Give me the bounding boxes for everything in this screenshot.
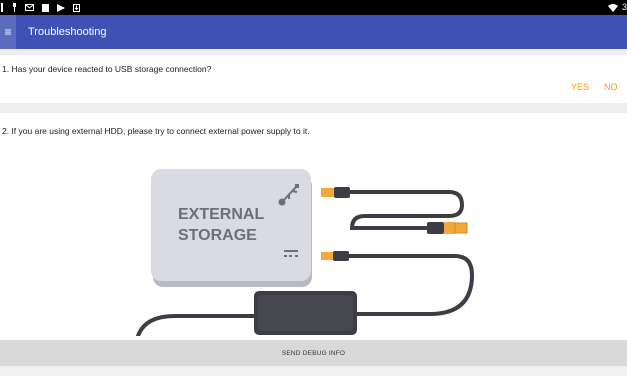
download-icon <box>73 3 80 12</box>
usb-plug-top-connector <box>321 188 334 197</box>
usb-plug-bottom-connector <box>444 222 455 234</box>
send-debug-info-label: SEND DEBUG INFO <box>281 349 346 357</box>
send-debug-info-button[interactable]: SEND DEBUG INFO <box>0 340 627 366</box>
external-storage-illustration: EXTERNAL STORAGE <box>0 150 627 336</box>
power-adapter-highlight <box>258 295 353 331</box>
mains-cable <box>136 314 256 336</box>
section-divider <box>0 103 627 113</box>
usb-icon <box>13 3 16 12</box>
dc-plug-connector <box>321 252 333 260</box>
usb-plug-bottom-housing <box>427 222 444 234</box>
external-drive <box>151 169 311 281</box>
status-bar: 3 <box>0 0 627 15</box>
drive-label-line1: EXTERNAL <box>178 206 264 223</box>
status-time: 3 <box>621 2 627 12</box>
bottom-strip <box>0 366 627 376</box>
dc-power-cable <box>346 254 475 316</box>
question-2-text: 2. If you are using external HDD, please… <box>2 126 310 136</box>
app-bar: ≡ Troubleshooting <box>0 15 627 49</box>
usb-plug-bottom-tip <box>454 222 468 234</box>
question-1-text: 1. Has your device reacted to USB storag… <box>2 64 212 74</box>
page-title: Troubleshooting <box>28 26 107 38</box>
section-divider <box>0 49 627 55</box>
hamburger-menu-icon[interactable]: ≡ <box>0 15 16 49</box>
dc-plug-housing <box>333 251 349 261</box>
wifi-icon <box>607 3 618 12</box>
mail-icon <box>25 4 34 11</box>
usb-plug-top-housing <box>334 187 350 198</box>
yes-button[interactable]: YES <box>571 82 589 92</box>
notification-icon <box>1 3 3 12</box>
no-button[interactable]: NO <box>604 82 618 92</box>
play-store-icon <box>57 3 65 12</box>
drive-label-line2: STORAGE <box>178 227 257 244</box>
file-icon <box>42 3 49 12</box>
